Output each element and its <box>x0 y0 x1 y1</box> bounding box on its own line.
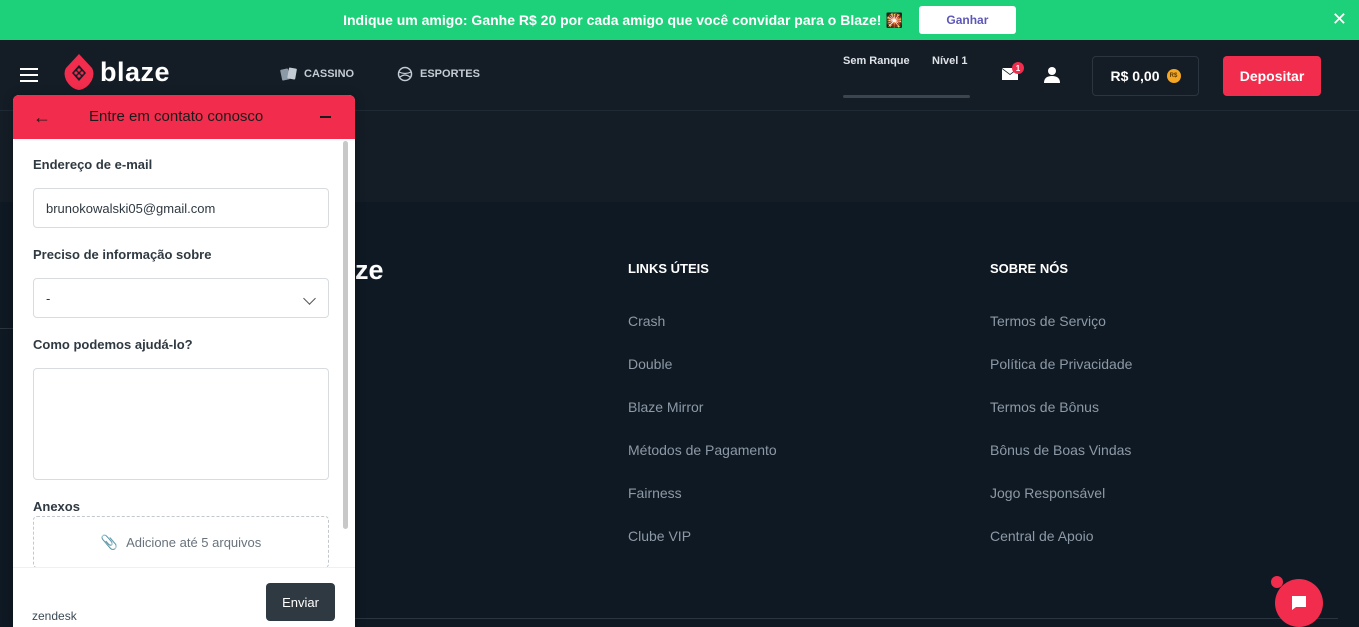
nav-label: CASSINO <box>304 68 355 80</box>
footer-logo: ze <box>355 255 384 285</box>
promo-ganhar-button[interactable]: Ganhar <box>918 6 1016 34</box>
user-icon[interactable] <box>1043 66 1061 84</box>
chat-launcher-button[interactable] <box>1275 579 1323 627</box>
contact-widget: ← Entre em contato conosco Endereço de e… <box>13 95 355 627</box>
blaze-flame-icon <box>64 54 94 90</box>
nav-esportes[interactable]: ESPORTES <box>396 66 480 82</box>
help-label: Como podemos ajudá-lo? <box>33 337 193 352</box>
footer-link[interactable]: Política de Privacidade <box>990 356 1132 372</box>
paperclip-icon: 📎 <box>100 533 119 550</box>
balance-value: R$ 0,00 <box>1110 68 1160 84</box>
email-field[interactable]: brunokowalski05@gmail.com <box>33 188 329 228</box>
footer-link[interactable]: Fairness <box>628 485 682 501</box>
notification-badge: 1 <box>1012 62 1024 74</box>
promo-banner: Indique um amigo: Ganhe R$ 20 por cada a… <box>0 0 1359 40</box>
footer-link[interactable]: Jogo Responsável <box>990 485 1105 501</box>
divider <box>0 328 13 329</box>
help-textarea[interactable] <box>33 368 329 480</box>
footer-divider <box>355 618 1338 619</box>
rank-progress-bar <box>843 95 970 98</box>
blaze-logo[interactable]: blaze <box>63 53 170 91</box>
footer-link[interactable]: Termos de Serviço <box>990 313 1106 329</box>
widget-header: ← Entre em contato conosco <box>13 95 355 139</box>
footer-col-title-links: LINKS ÚTEIS <box>628 261 709 276</box>
coin-icon: R$ <box>1166 69 1181 83</box>
upload-text: Adicione até 5 arquivos <box>126 534 262 550</box>
chevron-down-icon <box>303 292 316 305</box>
cards-icon <box>280 67 297 81</box>
chat-bubble-icon <box>1292 596 1306 610</box>
footer-link[interactable]: Double <box>628 356 672 372</box>
footer-link[interactable]: Crash <box>628 313 665 329</box>
footer-link[interactable]: Central de Apoio <box>990 528 1094 544</box>
menu-icon[interactable] <box>20 68 38 82</box>
widget-scrollbar[interactable] <box>343 141 348 529</box>
footer-link[interactable]: Blaze Mirror <box>628 399 703 415</box>
footer-col-title-about: SOBRE NÓS <box>990 261 1069 276</box>
ball-icon <box>397 66 413 82</box>
email-label: Endereço de e-mail <box>33 157 153 172</box>
topic-value: - <box>46 290 51 306</box>
promo-text: Indique um amigo: Ganhe R$ 20 por cada a… <box>343 12 882 28</box>
footer-link[interactable]: Métodos de Pagamento <box>628 442 777 458</box>
attachments-label: Anexos <box>33 499 80 514</box>
sparkler-icon: 🎇 <box>885 11 903 28</box>
topic-select[interactable]: - <box>33 278 329 318</box>
zendesk-logo[interactable]: zendesk <box>32 609 77 623</box>
footer-link[interactable]: Bônus de Boas Vindas <box>990 442 1131 458</box>
logo-text: blaze <box>100 56 171 87</box>
nav-cassino[interactable]: CASSINO <box>280 66 354 82</box>
email-value: brunokowalski05@gmail.com <box>46 200 216 216</box>
minimize-icon[interactable] <box>320 116 331 118</box>
attachment-dropzone[interactable]: 📎 Adicione até 5 arquivos <box>33 516 329 567</box>
level-label[interactable]: Nível 1 <box>932 55 967 67</box>
send-button[interactable]: Enviar <box>266 583 335 621</box>
nav-label: ESPORTES <box>420 68 480 80</box>
widget-form: Endereço de e-mail brunokowalski05@gmail… <box>13 139 355 567</box>
widget-footer: zendesk Enviar <box>13 567 355 627</box>
rank-label[interactable]: Sem Ranque <box>843 55 910 67</box>
footer-link[interactable]: Clube VIP <box>628 528 691 544</box>
deposit-button[interactable]: Depositar <box>1223 56 1321 96</box>
footer-link[interactable]: Termos de Bônus <box>990 399 1099 415</box>
topic-label: Preciso de informação sobre <box>33 247 212 262</box>
widget-title: Entre em contato conosco <box>89 108 264 125</box>
balance-display[interactable]: R$ 0,00 R$ <box>1092 56 1199 96</box>
close-icon[interactable]: ✕ <box>1332 9 1347 30</box>
back-arrow-icon[interactable]: ← <box>33 107 51 128</box>
